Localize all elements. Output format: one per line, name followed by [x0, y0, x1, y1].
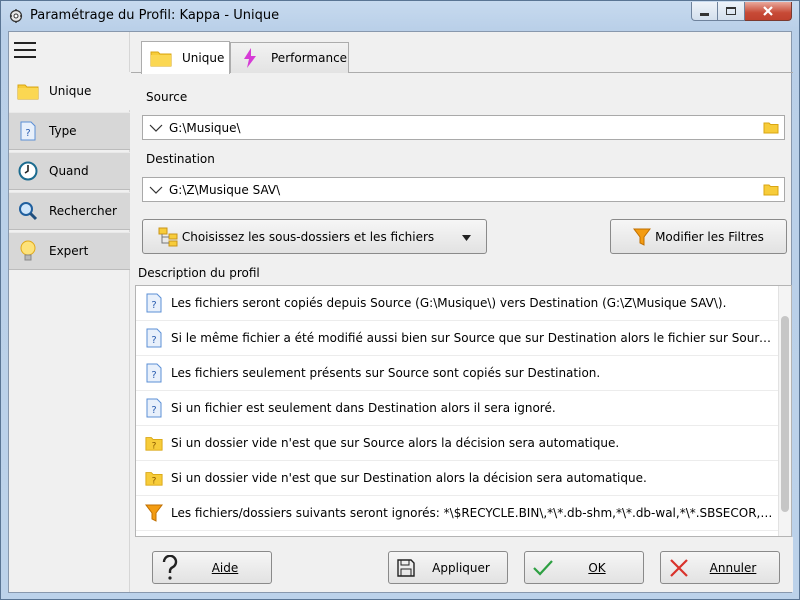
cancel-label: Annuler [709, 560, 757, 575]
lightning-icon [239, 47, 261, 69]
hamburger-menu-icon[interactable] [14, 42, 36, 60]
description-list[interactable]: ? Les fichiers seront copiés depuis Sour… [135, 285, 792, 537]
source-label: Source [146, 90, 188, 104]
destination-label: Destination [146, 152, 215, 166]
maximize-icon [726, 7, 736, 15]
destination-combobox[interactable]: G:\Z\Musique SAV\ [142, 177, 785, 202]
sidebar-item-rechercher[interactable]: Rechercher [9, 192, 130, 230]
list-item[interactable]: ? Les fichiers seulement présents sur So… [136, 356, 779, 391]
list-item-text: Si un dossier vide n'est que sur Source … [171, 436, 620, 450]
dialog-window: Paramétrage du Profil: Kappa - Unique Un… [0, 0, 800, 600]
svg-text:?: ? [25, 128, 30, 139]
list-item[interactable]: ? Les fichiers seront copiés depuis Sour… [136, 286, 779, 321]
question-folder-icon: ? [145, 468, 163, 488]
choose-subfolders-button[interactable]: Choisissez les sous-dossiers et les fich… [142, 219, 487, 254]
folder-icon [150, 47, 172, 69]
question-file-icon: ? [17, 120, 39, 142]
list-item-text: Les fichiers/dossiers suivants seront ig… [171, 506, 776, 520]
filter-icon [145, 503, 163, 523]
sidebar-item-quand[interactable]: Quand [9, 152, 130, 190]
minimize-icon [700, 12, 709, 16]
maximize-button[interactable] [718, 2, 745, 21]
help-label: Aide [211, 560, 239, 575]
question-folder-icon: ? [145, 433, 163, 453]
cancel-button[interactable]: Annuler [660, 551, 780, 584]
cancel-x-icon [669, 559, 689, 577]
sidebar-item-expert[interactable]: Expert [9, 232, 130, 270]
list-item[interactable]: ? Si le même fichier a été modifié aussi… [136, 321, 779, 356]
help-button[interactable]: Aide [152, 551, 272, 584]
apply-label: Appliquer [432, 560, 490, 575]
source-value[interactable]: G:\Musique\ [169, 121, 758, 135]
list-item-text: Les fichiers seront copiés depuis Source… [171, 296, 727, 310]
tab-unique[interactable]: Unique [141, 41, 230, 74]
folder-icon[interactable] [758, 178, 784, 201]
sidebar-item-label: Quand [49, 164, 89, 178]
scrollbar-thumb[interactable] [781, 316, 789, 512]
vertical-scrollbar[interactable] [778, 286, 791, 536]
apply-button[interactable]: Appliquer [388, 551, 508, 584]
sidebar-item-unique[interactable]: Unique [9, 72, 130, 110]
tab-label: Performance [271, 51, 348, 65]
svg-text:?: ? [151, 370, 156, 381]
modify-filters-label: Modifier les Filtres [655, 229, 764, 244]
sidebar-item-label: Unique [49, 84, 92, 98]
svg-text:?: ? [151, 300, 156, 311]
ok-label: OK [588, 560, 606, 575]
tab-label: Unique [182, 51, 225, 65]
svg-text:?: ? [152, 441, 157, 451]
list-item-text: Si le même fichier a été modifié aussi b… [171, 331, 776, 345]
list-item[interactable]: Les fichiers/dossiers suivants seront ig… [136, 496, 779, 531]
magnifier-icon [17, 200, 39, 222]
chevron-down-icon[interactable] [143, 178, 169, 201]
sidebar-item-label: Rechercher [49, 204, 117, 218]
title-bar[interactable]: Paramétrage du Profil: Kappa - Unique [1, 1, 799, 30]
description-label: Description du profil [138, 266, 260, 280]
gear-icon [9, 8, 23, 24]
caret-down-icon [462, 230, 472, 244]
tab-performance[interactable]: Performance [230, 42, 349, 73]
list-item-text: Si un fichier est seulement dans Destina… [171, 401, 556, 415]
list-item[interactable]: ? Si un dossier vide n'est que sur Sourc… [136, 426, 779, 461]
ok-button[interactable]: OK [524, 551, 644, 584]
question-mark-icon [161, 555, 179, 581]
modify-filters-button[interactable]: Modifier les Filtres [610, 219, 787, 254]
list-item-text: Les fichiers seulement présents sur Sour… [171, 366, 601, 380]
folder-icon [17, 80, 39, 102]
window-title: Paramétrage du Profil: Kappa - Unique [30, 8, 280, 23]
folder-tree-icon [158, 227, 178, 247]
list-item[interactable]: ? Si un dossier vide n'est que sur Desti… [136, 461, 779, 496]
close-icon [763, 6, 773, 16]
sidebar-item-label: Type [49, 124, 77, 138]
question-file-icon: ? [145, 363, 163, 383]
list-item[interactable]: ? Si un fichier est seulement dans Desti… [136, 391, 779, 426]
lightbulb-icon [17, 240, 39, 262]
source-combobox[interactable]: G:\Musique\ [142, 115, 785, 140]
svg-text:?: ? [151, 335, 156, 346]
minimize-button[interactable] [691, 2, 718, 21]
close-button[interactable] [745, 2, 792, 21]
save-icon [397, 559, 415, 577]
sidebar: Unique ? Type Quand Rechercher Expert [9, 32, 130, 592]
question-file-icon: ? [145, 293, 163, 313]
dialog-client-area: Unique ? Type Quand Rechercher Expert Un… [8, 31, 793, 593]
choose-subfolders-label: Choisissez les sous-dossiers et les fich… [181, 229, 435, 244]
folder-icon[interactable] [758, 116, 784, 139]
clock-icon [17, 160, 39, 182]
sidebar-item-label: Expert [49, 244, 89, 258]
sidebar-item-type[interactable]: ? Type [9, 112, 130, 150]
destination-value[interactable]: G:\Z\Musique SAV\ [169, 183, 758, 197]
filter-icon [633, 227, 652, 247]
chevron-down-icon[interactable] [143, 116, 169, 139]
list-item-text: Si un dossier vide n'est que sur Destina… [171, 471, 647, 485]
question-file-icon: ? [145, 328, 163, 348]
question-file-icon: ? [145, 398, 163, 418]
svg-text:?: ? [152, 476, 157, 486]
checkmark-icon [533, 559, 553, 577]
svg-text:?: ? [151, 405, 156, 416]
